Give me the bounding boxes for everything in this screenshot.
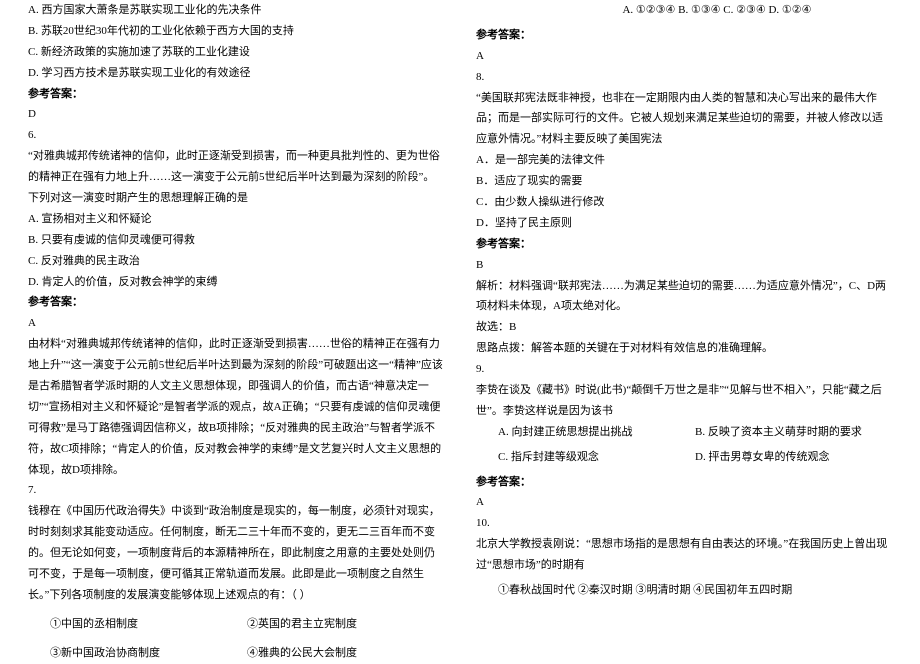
q6-opt-c: C. 反对雅典的民主政治: [28, 251, 444, 272]
q8-opt-d: D．坚持了民主原则: [476, 213, 892, 234]
q9-opt-b: B. 反映了资本主义萌芽时期的要求: [695, 422, 892, 443]
q9-answer: A: [476, 492, 892, 513]
q7-stem: 钱穆在《中国历代政治得失》中谈到“政治制度是现实的，每一制度，必须针对现实，时时…: [28, 501, 444, 605]
q7-answer: A: [476, 46, 892, 67]
q6-answer-label: 参考答案：: [28, 292, 444, 313]
q7-abcd-opts: A. ①②③④ B. ①③④ C. ②③④ D. ①②④: [476, 0, 892, 21]
q8-opt-a: A．是一部完美的法律文件: [476, 150, 892, 171]
q7-answer-label: 参考答案：: [476, 25, 892, 46]
left-column: A. 西方国家大萧条是苏联实现工业化的先决条件 B. 苏联20世纪30年代初的工…: [28, 0, 444, 651]
q7-opt2: ②英国的君主立宪制度: [247, 614, 444, 635]
q9-stem: 李贽在谈及《藏书》时说(此书)“颠倒千万世之是非”“见解与世不相入”，只能“藏之…: [476, 380, 892, 422]
q8-stem: “美国联邦宪法既非神授，也非在一定期限内由人类的智慧和决心写出来的最伟大作品；而…: [476, 88, 892, 151]
q9-answer-label: 参考答案：: [476, 472, 892, 493]
q7-number: 7.: [28, 480, 444, 501]
q6-opt-d: D. 肯定人的价值，反对教会神学的束缚: [28, 272, 444, 293]
q6-answer: A: [28, 313, 444, 334]
q8-explain1: 解析：材料强调“联邦宪法……为满足某些迫切的需要……为适应意外情况”，C、D两项…: [476, 276, 892, 318]
q10-opts: ①春秋战国时代 ②秦汉时期 ③明清时期 ④民国初年五四时期: [476, 580, 892, 601]
q8-opt-b: B．适应了现实的需要: [476, 171, 892, 192]
q8-number: 8.: [476, 67, 892, 88]
q6-opt-b: B. 只要有虔诚的信仰灵魂便可得救: [28, 230, 444, 251]
q6-explain: 由材料“对雅典城邦传统诸神的信仰，此时正逐渐受到损害……世俗的精神正在强有力地上…: [28, 334, 444, 480]
q8-explain3: 思路点拨：解答本题的关键在于对材料有效信息的准确理解。: [476, 338, 892, 359]
q5-answer: D: [28, 104, 444, 125]
q5-opt-c: C. 新经济政策的实施加速了苏联的工业化建设: [28, 42, 444, 63]
q8-opt-c: C．由少数人操纵进行修改: [476, 192, 892, 213]
q7-opts-row1: ①中国的丞相制度 ②英国的君主立宪制度: [28, 614, 444, 635]
q7-opts-row2: ③新中国政治协商制度 ④雅典的公民大会制度: [28, 643, 444, 664]
q7-opt4: ④雅典的公民大会制度: [247, 643, 444, 664]
q5-opt-b: B. 苏联20世纪30年代初的工业化依赖于西方大国的支持: [28, 21, 444, 42]
q8-answer-label: 参考答案：: [476, 234, 892, 255]
q5-opt-a: A. 西方国家大萧条是苏联实现工业化的先决条件: [28, 0, 444, 21]
q9-opts-row1: A. 向封建正统思想提出挑战 B. 反映了资本主义萌芽时期的要求: [476, 422, 892, 443]
q8-explain2: 故选：B: [476, 317, 892, 338]
q5-answer-label: 参考答案：: [28, 84, 444, 105]
q9-opt-a: A. 向封建正统思想提出挑战: [498, 422, 695, 443]
q6-opt-a: A. 宣扬相对主义和怀疑论: [28, 209, 444, 230]
q9-opt-d: D. 抨击男尊女卑的传统观念: [695, 447, 892, 468]
q9-number: 9.: [476, 359, 892, 380]
q6-number: 6.: [28, 125, 444, 146]
right-column: A. ①②③④ B. ①③④ C. ②③④ D. ①②④ 参考答案： A 8. …: [476, 0, 892, 651]
q10-stem: 北京大学教授袁刚说：“思想市场指的是思想有自由表达的环境。”在我国历史上曾出现过…: [476, 534, 892, 576]
q7-opt1: ①中国的丞相制度: [50, 614, 247, 635]
q9-opt-c: C. 指斥封建等级观念: [498, 447, 695, 468]
q8-answer: B: [476, 255, 892, 276]
q9-opts-row2: C. 指斥封建等级观念 D. 抨击男尊女卑的传统观念: [476, 447, 892, 468]
q6-stem: “对雅典城邦传统诸神的信仰，此时正逐渐受到损害，而一种更具批判性的、更为世俗的精…: [28, 146, 444, 209]
q7-opt3: ③新中国政治协商制度: [50, 643, 247, 664]
q5-opt-d: D. 学习西方技术是苏联实现工业化的有效途径: [28, 63, 444, 84]
q10-number: 10.: [476, 513, 892, 534]
